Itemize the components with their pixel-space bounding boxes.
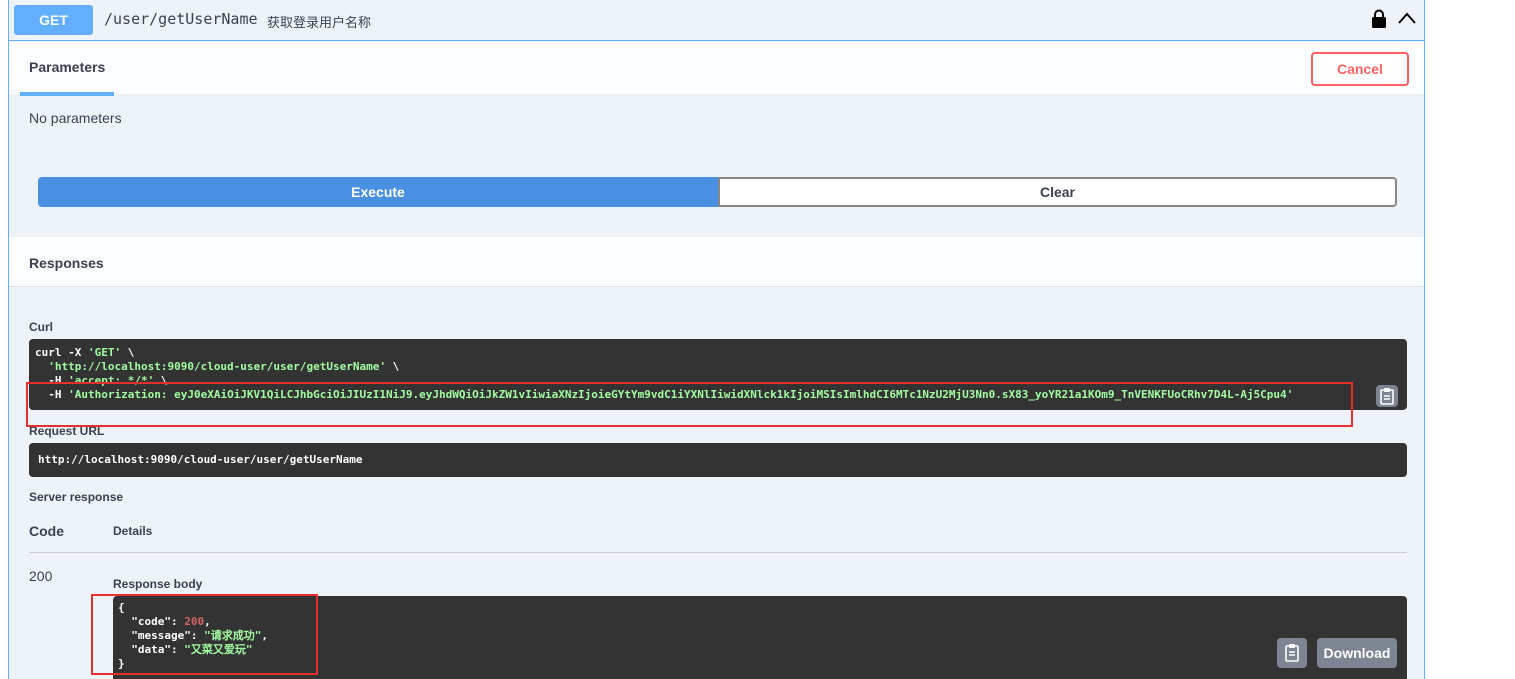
download-button[interactable]: Download (1317, 638, 1397, 668)
responses-header: Responses (9, 237, 1424, 287)
tab-parameters[interactable]: Parameters (20, 42, 114, 96)
curl-text: curl -X (35, 346, 88, 359)
method-badge: GET (14, 5, 93, 35)
curl-text: \ (386, 360, 400, 373)
chevron-up-icon[interactable] (1397, 11, 1417, 25)
opblock-get-user-name: GET /user/getUserName 获取登录用户名称 Parameter… (8, 0, 1425, 679)
execute-wrapper: Execute Clear (38, 177, 1397, 207)
response-status-code: 200 (29, 568, 53, 584)
request-url: http://localhost:9090/cloud-user/user/ge… (29, 443, 1407, 477)
curl-text: \ (121, 346, 135, 359)
divider (29, 552, 1407, 553)
execute-button[interactable]: Execute (38, 177, 718, 207)
parameters-header: Parameters Cancel (9, 42, 1424, 96)
response-body-label: Response body (113, 577, 203, 591)
server-response-label: Server response (29, 490, 124, 504)
lock-icon[interactable] (1371, 9, 1387, 29)
curl-url: 'http://localhost:9090/cloud-user/user/g… (48, 360, 387, 373)
code-column-header: Code (29, 523, 64, 539)
endpoint-description: 获取登录用户名称 (267, 15, 372, 30)
cancel-button[interactable]: Cancel (1311, 52, 1409, 86)
clear-button[interactable]: Clear (718, 177, 1397, 207)
tab-parameters-label: Parameters (29, 59, 106, 75)
curl-label: Curl (29, 320, 53, 334)
clipboard-icon (1380, 388, 1394, 405)
highlight-box-response-body (91, 594, 318, 675)
highlight-box-authorization (26, 382, 1353, 427)
clipboard-icon (1285, 644, 1299, 662)
responses-title: Responses (29, 255, 104, 271)
opblock-summary[interactable]: GET /user/getUserName 获取登录用户名称 (9, 0, 1424, 41)
details-column-header: Details (113, 524, 153, 538)
no-parameters-text: No parameters (29, 110, 122, 126)
curl-method: 'GET' (87, 346, 122, 359)
copy-response-button[interactable] (1277, 638, 1307, 668)
endpoint-path: /user/getUserName (104, 10, 258, 28)
copy-curl-button[interactable] (1376, 385, 1398, 407)
